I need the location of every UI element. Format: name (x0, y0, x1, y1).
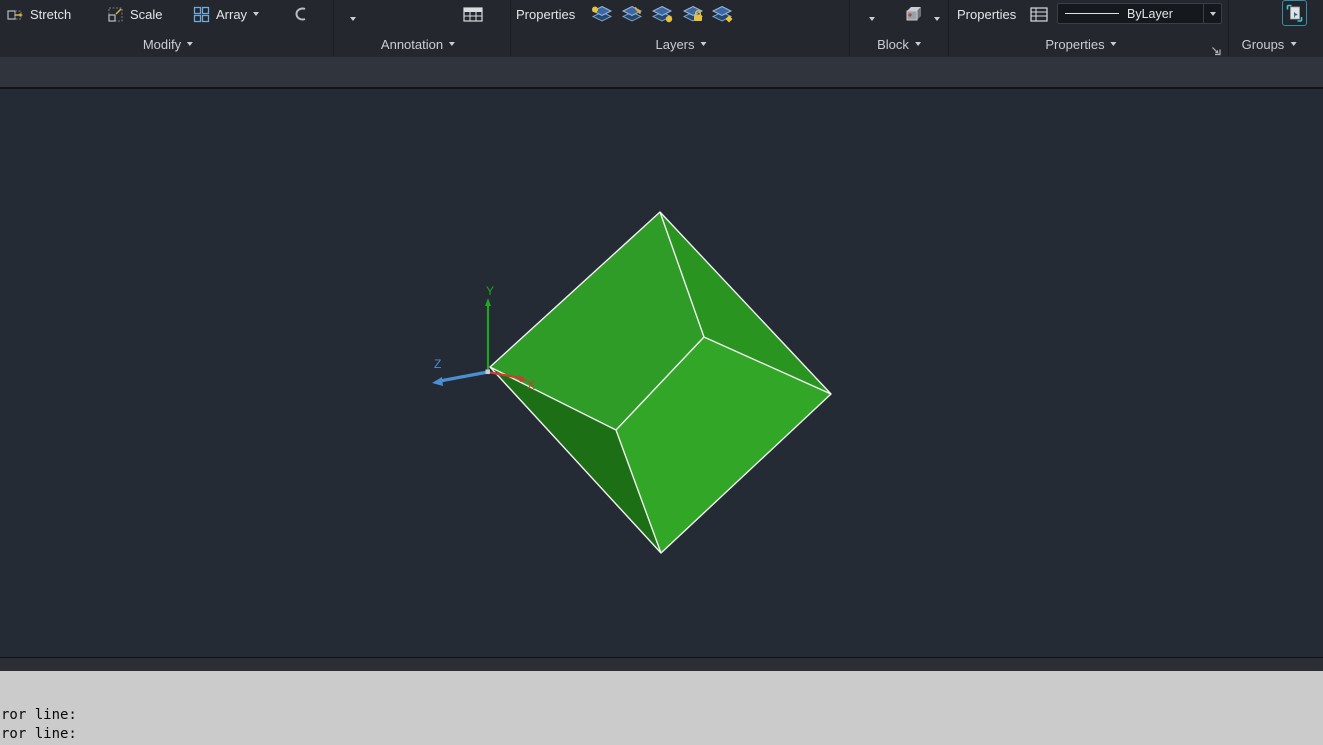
panel-title-groups[interactable]: Groups (1242, 33, 1297, 55)
layer-match-icon (620, 5, 644, 24)
ucs-z-label: Z (434, 357, 441, 371)
chevron-down-icon (869, 17, 875, 21)
layer-sun-icon (590, 5, 614, 24)
viewport-bottom-band (0, 657, 1323, 671)
layer-lock-icon (681, 5, 705, 24)
layer-tool-5-button[interactable] (710, 2, 734, 26)
drawing-canvas[interactable]: Y X Z (0, 89, 1323, 657)
panel-separator (333, 0, 334, 56)
panel-block-label: Block (877, 37, 909, 52)
chevron-down-icon (187, 42, 193, 46)
panel-groups-label: Groups (1242, 37, 1285, 52)
linetype-select[interactable]: ByLayer (1057, 3, 1222, 24)
panel-separator (510, 0, 511, 56)
linetype-value: ByLayer (1127, 7, 1203, 21)
scale-label: Scale (130, 7, 163, 22)
properties-list-icon (1030, 7, 1048, 22)
stretch-icon (6, 6, 24, 23)
fillet-button[interactable] (290, 2, 308, 26)
panel-separator (849, 0, 850, 56)
octahedron-solid[interactable] (490, 212, 831, 553)
array-button[interactable]: Array (193, 1, 259, 27)
insert-block-icon (903, 5, 925, 23)
panel-separator (948, 0, 949, 56)
chevron-down-icon (1290, 42, 1296, 46)
panel-properties-label: Properties (1045, 37, 1104, 52)
layer-tool-3-button[interactable] (650, 2, 674, 26)
model-space-svg[interactable]: Y X Z (0, 89, 1323, 657)
fillet-arc-icon (290, 6, 308, 22)
linetype-sample-line (1065, 13, 1119, 14)
layer-tool-2-button[interactable] (620, 2, 644, 26)
layer-freeze-icon (710, 5, 734, 24)
panel-title-modify[interactable]: Modify (143, 33, 193, 55)
properties-group-label: Properties (957, 7, 1016, 22)
array-label: Array (216, 7, 247, 22)
properties-group-button[interactable]: Properties (957, 1, 1016, 27)
ucs-x-label: X (527, 378, 535, 392)
ucs-z-axis (440, 372, 488, 381)
panel-title-layers[interactable]: Layers (655, 33, 706, 55)
ucs-origin-marker (486, 370, 491, 375)
table-button[interactable] (463, 2, 483, 26)
scale-button[interactable]: Scale (107, 1, 163, 27)
ucs-y-label: Y (486, 284, 494, 298)
layer-properties-button[interactable]: Properties (516, 1, 575, 27)
array-icon (193, 6, 210, 23)
chevron-down-icon (701, 42, 707, 46)
command-line-area[interactable]: ror line: ror line: (0, 671, 1323, 745)
panel-layers-label: Layers (655, 37, 694, 52)
layer-tool-4-button[interactable] (681, 2, 705, 26)
panel-title-block[interactable]: Block (877, 33, 921, 55)
ucs-y-arrow (485, 298, 491, 306)
drawing-tab-strip (0, 57, 1323, 89)
panel-title-annotation[interactable]: Annotation (381, 33, 455, 55)
chevron-down-icon (1210, 12, 1216, 16)
table-icon (463, 7, 483, 22)
autocad-window: Stretch Scale Array (0, 0, 1323, 745)
command-history-line: ror line: (1, 725, 1323, 744)
chevron-down-icon (449, 42, 455, 46)
panel-modify-label: Modify (143, 37, 181, 52)
properties-list-button[interactable] (1030, 2, 1048, 26)
insert-block-button[interactable] (903, 2, 925, 26)
dialog-launcher-icon (1210, 45, 1221, 56)
stretch-button[interactable]: Stretch (6, 1, 71, 27)
layer-isolate-icon (650, 5, 674, 24)
linetype-dropdown-button[interactable] (1203, 4, 1221, 23)
annotation-split-button[interactable] (350, 7, 356, 31)
layer-properties-label: Properties (516, 7, 575, 22)
command-history-line: ror line: (1, 706, 1323, 725)
chevron-down-icon (350, 17, 356, 21)
chevron-down-icon (1111, 42, 1117, 46)
panel-annotation-label: Annotation (381, 37, 443, 52)
array-chevron-down-icon[interactable] (253, 12, 259, 16)
ribbon: Stretch Scale Array (0, 0, 1323, 57)
scale-icon (107, 6, 124, 23)
panel-title-properties[interactable]: Properties (1045, 33, 1116, 55)
chevron-down-icon (934, 17, 940, 21)
insert-block-chevron[interactable] (934, 7, 940, 31)
block-split-button[interactable] (869, 7, 875, 31)
group-selection-icon (1286, 4, 1303, 23)
group-selection-button[interactable] (1282, 0, 1307, 26)
chevron-down-icon (915, 42, 921, 46)
ucs-icon[interactable]: Y X Z (432, 284, 535, 392)
stretch-label: Stretch (30, 7, 71, 22)
ucs-z-arrow (432, 377, 443, 386)
panel-separator (1228, 0, 1229, 56)
layer-tool-1-button[interactable] (590, 2, 614, 26)
